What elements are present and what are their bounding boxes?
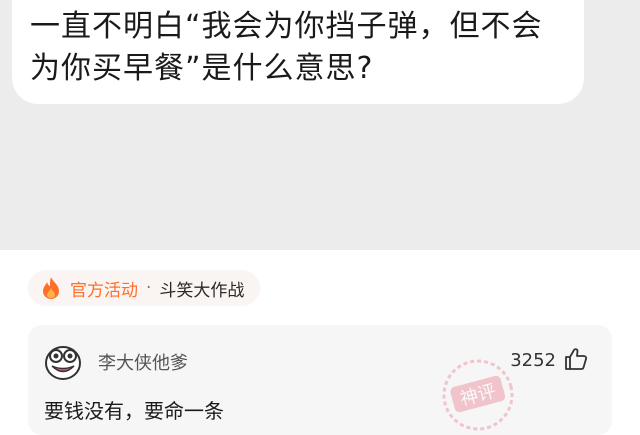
comment-text: 要钱没有，要命一条: [44, 399, 224, 423]
activity-tag-label: 官方活动: [70, 280, 138, 301]
question-text: 一直不明白“我会为你挡子弹，但不会为你买早餐”是什么意思?: [30, 9, 543, 86]
thumb-up-icon[interactable]: [564, 347, 588, 371]
separator-dot: ·: [146, 278, 152, 298]
meme-face-avatar[interactable]: [44, 343, 82, 381]
activity-name: 斗笑大作战: [159, 280, 245, 301]
comment-username[interactable]: 李大侠他爹: [98, 349, 188, 375]
like-count: 3252: [510, 350, 556, 371]
activity-tag-bar[interactable]: 官方活动 · 斗笑大作战: [28, 270, 261, 306]
question-bubble: 一直不明白“我会为你挡子弹，但不会为你买早餐”是什么意思?: [12, 0, 584, 104]
fire-icon: [43, 277, 59, 299]
post-image-area: 一直不明白“我会为你挡子弹，但不会为你买早餐”是什么意思?: [0, 0, 640, 250]
comment-card: 神评 李大侠他爹 3252 要钱没有，要命一条: [28, 325, 612, 435]
